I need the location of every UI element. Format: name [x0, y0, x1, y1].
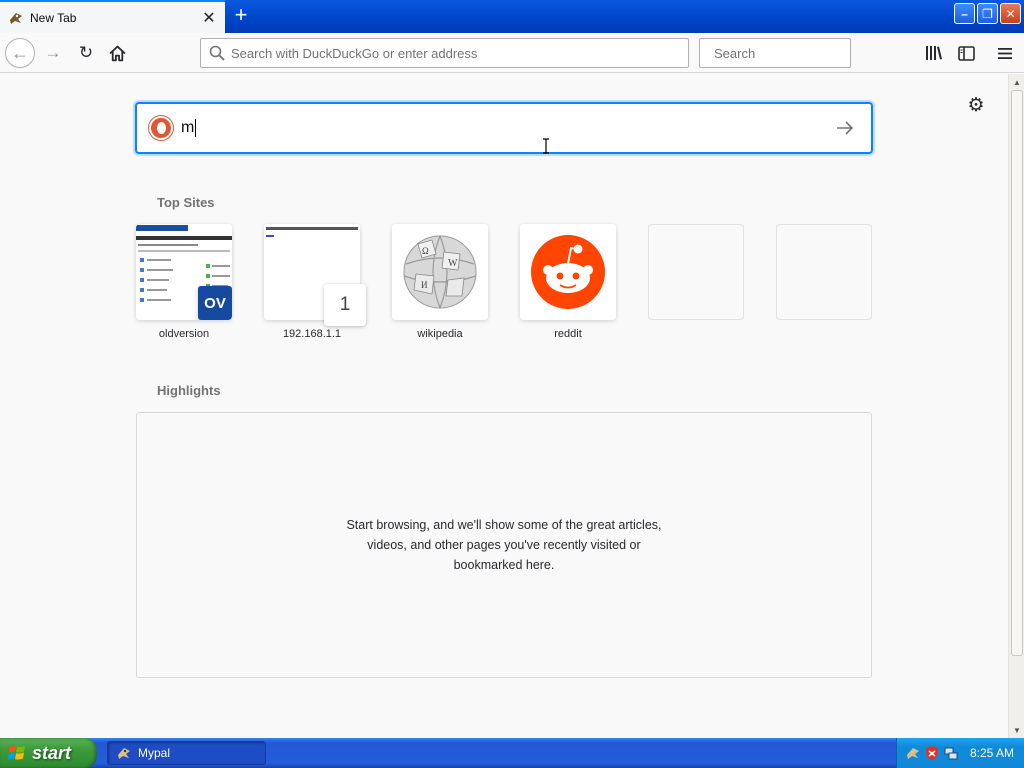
- home-button[interactable]: [106, 42, 128, 64]
- arrow-right-icon: [837, 121, 854, 135]
- sidebar-icon: [957, 45, 975, 61]
- scroll-up-icon[interactable]: ▲: [1010, 75, 1024, 89]
- highlights-heading: Highlights: [157, 383, 221, 398]
- svg-text:Ω: Ω: [422, 246, 429, 256]
- home-icon: [108, 45, 126, 61]
- close-window-button[interactable]: ✕: [1000, 3, 1021, 24]
- highlights-empty-message: Start browsing, and we'll show some of t…: [346, 518, 662, 572]
- clock: 8:25 AM: [970, 746, 1015, 760]
- svg-text:И: И: [421, 280, 428, 290]
- empty-site-tile[interactable]: [648, 224, 744, 320]
- restore-button[interactable]: ❐: [977, 3, 998, 24]
- top-site-oldversion[interactable]: OV oldversion: [136, 224, 232, 340]
- search-bar[interactable]: [699, 38, 890, 68]
- start-button[interactable]: start: [0, 738, 97, 768]
- oldversion-logo-icon: OV: [198, 286, 232, 320]
- security-shield-icon[interactable]: [924, 745, 940, 761]
- reload-button[interactable]: ↻: [75, 42, 97, 64]
- search-query-text: m: [181, 119, 195, 136]
- site-thumbnail[interactable]: [520, 224, 616, 320]
- top-site-router[interactable]: 1 192.168.1.1: [264, 224, 366, 340]
- highlights-empty-state: Start browsing, and we'll show some of t…: [136, 412, 872, 678]
- wikipedia-globe-icon: Ω W И: [403, 235, 477, 309]
- arrow-right-icon: →: [44, 43, 62, 62]
- ibeam-cursor-icon: [543, 138, 549, 154]
- top-sites-heading: Top Sites: [157, 195, 215, 210]
- arrow-left-icon: ←: [11, 42, 29, 63]
- page-search-box[interactable]: m: [135, 102, 873, 154]
- minimize-button[interactable]: –: [954, 3, 975, 24]
- top-site-placeholder[interactable]: [776, 224, 872, 328]
- taskbar-item-mypal[interactable]: Mypal: [107, 741, 266, 765]
- top-site-placeholder[interactable]: [648, 224, 744, 328]
- windows-logo-icon: [8, 746, 25, 760]
- taskbar-item-label: Mypal: [138, 746, 171, 760]
- hamburger-menu-icon: [998, 47, 1012, 59]
- site-thumbnail[interactable]: Ω W И: [392, 224, 488, 320]
- nav-toolbar: ← → ↻: [0, 33, 1024, 73]
- customize-button[interactable]: ⚙: [965, 94, 987, 116]
- top-site-label: reddit: [554, 328, 582, 340]
- search-go-button[interactable]: [833, 116, 857, 140]
- new-tab-button[interactable]: +: [228, 4, 254, 28]
- tab-new-tab[interactable]: New Tab ✕: [0, 0, 225, 33]
- gear-icon: ⚙: [967, 94, 985, 116]
- new-tab-page: ⚙ m Top Sites OV oldversion 1 192.168.1.…: [0, 74, 1008, 738]
- library-icon: [926, 46, 942, 60]
- tab-title: New Tab: [30, 10, 77, 25]
- url-input[interactable]: [231, 45, 688, 61]
- sidebar-button[interactable]: [955, 42, 977, 64]
- search-icon: [209, 45, 225, 61]
- reddit-logo-icon: [531, 235, 605, 309]
- text-caret: [195, 119, 197, 137]
- windows-taskbar: start Mypal 8:25 AM: [0, 738, 1024, 768]
- system-tray: 8:25 AM: [896, 738, 1024, 768]
- menu-button[interactable]: [994, 42, 1016, 64]
- scrollbar-thumb[interactable]: [1011, 90, 1023, 656]
- top-site-label: wikipedia: [417, 328, 463, 340]
- library-button[interactable]: [923, 42, 945, 64]
- site-badge: 1: [324, 284, 366, 326]
- top-site-label: oldversion: [158, 328, 210, 340]
- site-thumbnail[interactable]: 1: [264, 224, 366, 326]
- forward-button[interactable]: →: [42, 42, 64, 64]
- duckduckgo-logo-icon: [149, 116, 173, 140]
- empty-site-tile[interactable]: [776, 224, 872, 320]
- page-search-input[interactable]: m: [181, 119, 833, 137]
- vertical-scrollbar[interactable]: ▲ ▼: [1008, 74, 1024, 738]
- start-label: start: [32, 742, 72, 763]
- close-tab-icon[interactable]: ✕: [199, 8, 219, 28]
- mypal-tray-icon[interactable]: [905, 745, 921, 761]
- network-icon[interactable]: [943, 745, 959, 761]
- url-bar[interactable]: [200, 38, 689, 68]
- reload-icon: ↻: [78, 43, 94, 62]
- mypal-icon: [8, 10, 24, 26]
- window-controls: – ❐ ✕: [954, 3, 1021, 24]
- tab-strip: New Tab ✕ + – ❐ ✕: [0, 0, 1024, 33]
- mypal-icon: [118, 748, 130, 759]
- top-site-label: 192.168.1.1: [282, 328, 342, 340]
- back-button[interactable]: ←: [5, 38, 35, 68]
- top-site-wikipedia[interactable]: Ω W И wikipedia: [392, 224, 488, 340]
- site-thumbnail[interactable]: OV: [136, 224, 232, 320]
- search-input[interactable]: [714, 45, 890, 61]
- scroll-down-icon[interactable]: ▼: [1010, 723, 1024, 737]
- svg-text:W: W: [448, 258, 458, 269]
- top-site-reddit[interactable]: reddit: [520, 224, 616, 340]
